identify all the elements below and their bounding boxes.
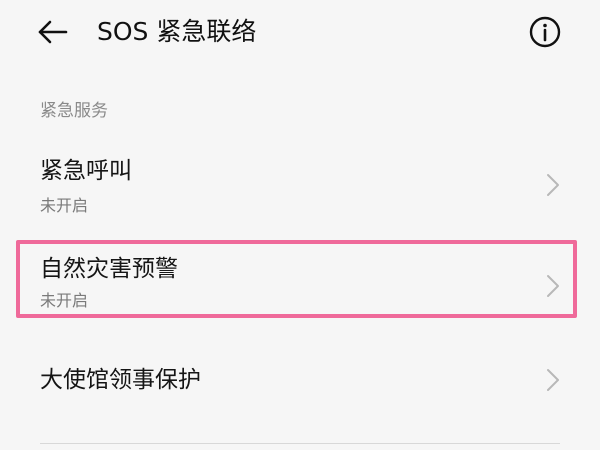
list-item-emergency-call[interactable]: 紧急呼叫 未开启 bbox=[0, 140, 600, 230]
item-status: 未开启 bbox=[40, 196, 89, 215]
arrow-left-icon bbox=[38, 20, 68, 44]
back-button[interactable] bbox=[34, 14, 74, 50]
section-label-emergency-services: 紧急服务 bbox=[40, 101, 108, 121]
page-title: SOS 紧急联络 bbox=[97, 17, 257, 46]
item-title: 大使馆领事保护 bbox=[40, 367, 201, 393]
item-title: 自然灾害预警 bbox=[40, 256, 178, 282]
info-circle-icon bbox=[529, 16, 561, 48]
divider bbox=[40, 443, 560, 444]
info-button[interactable] bbox=[528, 15, 562, 49]
chevron-right-icon bbox=[547, 174, 559, 196]
list-item-natural-disaster-warning[interactable]: 自然灾害预警 未开启 bbox=[0, 242, 600, 314]
chevron-right-icon bbox=[547, 275, 559, 297]
chevron-right-icon bbox=[547, 369, 559, 391]
list-item-embassy-consular-protection[interactable]: 大使馆领事保护 bbox=[0, 345, 600, 415]
item-status: 未开启 bbox=[40, 291, 89, 310]
item-title: 紧急呼叫 bbox=[40, 158, 132, 184]
app-header: SOS 紧急联络 bbox=[0, 0, 600, 70]
